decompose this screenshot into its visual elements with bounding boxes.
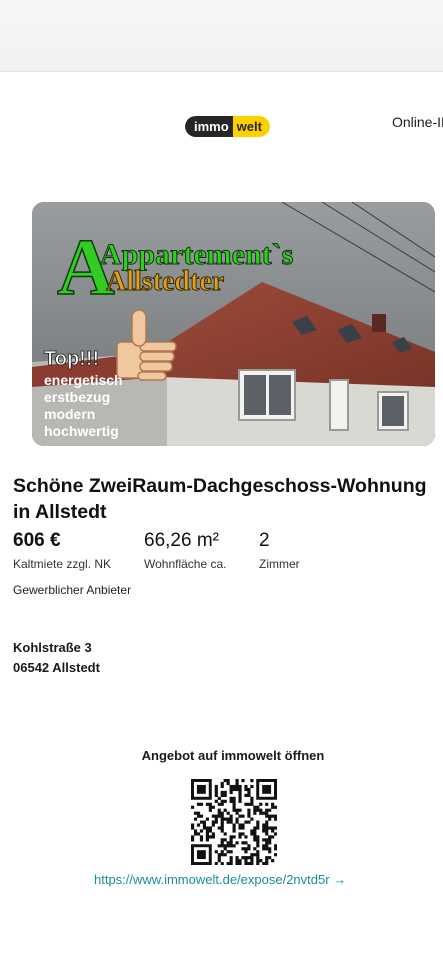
- logo-part-immo: immo: [185, 116, 233, 137]
- immowelt-logo: immo welt: [185, 116, 270, 137]
- browser-top-bar: [0, 0, 443, 72]
- price-value: 606 €: [13, 530, 61, 551]
- price-fact: 606 € Kaltmiete zzgl. NK: [13, 529, 111, 572]
- rooms-value: 2: [259, 530, 270, 551]
- area-value: 66,26 m²: [144, 530, 219, 551]
- online-id-label: Online-ID: [392, 114, 443, 130]
- area-fact: 66,26 m² Wohnfläche ca.: [144, 529, 227, 572]
- open-on-immowelt-label: Angebot auf immowelt öffnen: [141, 748, 325, 763]
- address-city: 06542 Allstedt: [13, 660, 100, 675]
- hero-feature-1: energetisch: [44, 372, 123, 388]
- logo-part-welt: welt: [232, 116, 270, 137]
- hero-feature-2: erstbezug: [44, 389, 110, 405]
- qr-code-icon[interactable]: [191, 779, 278, 866]
- rooms-label: Zimmer: [259, 557, 300, 571]
- hero-feature-4: hochwertig: [44, 423, 119, 439]
- rooms-fact: 2 Zimmer: [259, 529, 300, 572]
- hero-feature-3: modern: [44, 406, 95, 422]
- address-street: Kohlstraße 3: [13, 640, 92, 655]
- listing-title: Schöne ZweiRaum-Dachgeschoss-Wohnung in …: [13, 475, 427, 523]
- listing-address: Kohlstraße 3 06542 Allstedt: [13, 638, 100, 678]
- hero-badge: Top!!!: [44, 348, 99, 370]
- listing-hero-image[interactable]: A Appartement`s Allstedter Top!!! energe…: [32, 202, 435, 446]
- expose-link[interactable]: https://www.immowelt.de/expose/2nvtd5r →: [94, 872, 346, 887]
- hero-headline-2: Allstedter: [106, 266, 224, 297]
- price-label: Kaltmiete zzgl. NK: [13, 557, 112, 571]
- area-label: Wohnfläche ca.: [144, 557, 227, 571]
- provider-type: Gewerblicher Anbieter: [13, 583, 132, 597]
